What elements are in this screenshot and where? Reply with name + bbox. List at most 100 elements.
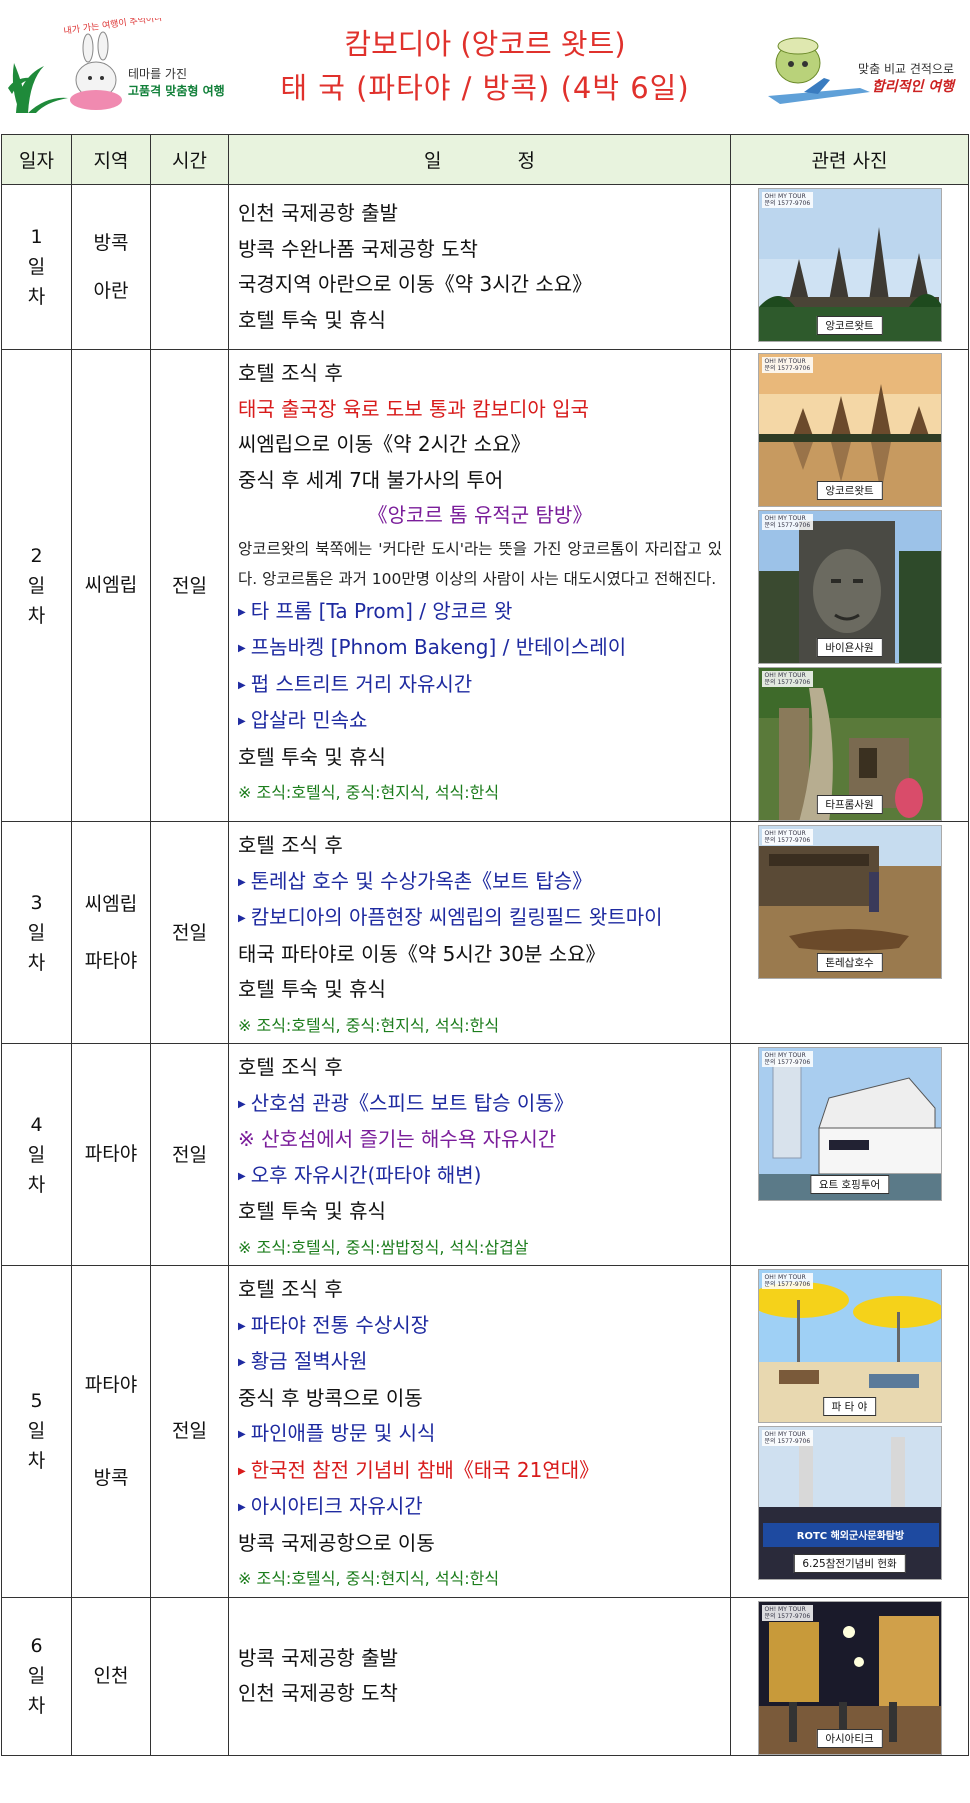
- schedule-line-text: 씨엠립으로 이동《약 2시간 소요》: [238, 432, 531, 456]
- bullet-icon: ▶: [238, 716, 246, 727]
- schedule-line: ▶ 타 프롬 [Ta Prom] / 앙코르 왓: [238, 594, 722, 631]
- schedule-line: 방콕 국제공항으로 이동: [238, 1526, 722, 1562]
- schedule-cell: 호텔 조식 후 ▶ 톤레삽 호수 및 수상가옥촌《보트 탑승》 ▶ 캄보디아의 아픔현장…: [228, 821, 731, 1044]
- bullet-icon: ▶: [238, 606, 246, 618]
- right-logo-tagline-strong: 합리적인 여행: [871, 79, 954, 95]
- region-cell: 씨엠립: [71, 349, 151, 822]
- schedule-line: ▶ 아시아티크 자유시간: [238, 1489, 722, 1526]
- schedule-line-text: 태국 출국장 육로 도보 통과 캄보디아 입국: [238, 396, 589, 421]
- photo-cell: OH! MY TOUR 문의 1577-9706 앙코르왓트: [730, 184, 969, 350]
- day-label: 차: [27, 604, 46, 627]
- photo-temple: OH! MY TOUR 문의 1577-9706 앙코르왓트: [757, 188, 942, 342]
- schedule-line: 국경지역 아란으로 이동《약 3시간 소요》: [238, 267, 722, 303]
- day-cell: 4 일차: [1, 1043, 72, 1266]
- title-line-2: 태 국 (파타야 / 방콕) (4박 6일): [280, 71, 690, 105]
- header-day: 일자: [1, 134, 72, 185]
- region-cell: 씨엠립 파타야: [71, 821, 151, 1044]
- region-label: 아란: [93, 279, 129, 302]
- schedule-line-text: 호텔 투숙 및 휴식: [238, 977, 386, 1001]
- table-row: 2 일 차 씨엠립 전일 호텔 조식 후 태국 출국장 육로 도보 통과 캄보디아 입국 씨엠…: [1, 349, 969, 822]
- region-list: 씨엠립: [72, 459, 150, 712]
- day-label: 3: [30, 891, 43, 914]
- schedule-line: ▶ 파타야 전통 수상시장: [238, 1308, 722, 1345]
- schedule-line: ※ 산호섬에서 즐기는 해수욕 자유시간: [238, 1122, 722, 1158]
- schedule-line: ▶ 캄보디아의 아픔현장 씨엠립의 킬링필드 왓트마이: [238, 900, 722, 937]
- schedule-line-text: 호텔 투숙 및 휴식: [238, 307, 386, 332]
- schedule-line: 호텔 조식 후: [238, 356, 722, 392]
- schedule-line-text: 방콕 수완나폼 국제공항 도착: [238, 236, 478, 261]
- photo-caption: 파 타 야: [822, 1397, 877, 1416]
- region-label: 파타야: [84, 1143, 138, 1166]
- time-cell: [150, 184, 229, 350]
- schedule-line: 인천 국제공항 출발: [238, 196, 722, 232]
- photo-memorial: OH! MY TOUR 문의 1577-9706 ROTC 해외군사문화탐방 6.2…: [757, 1426, 942, 1580]
- schedule-line: ▶ 황금 절벽사원: [238, 1344, 722, 1381]
- schedule-line: 씨엠립으로 이동《약 2시간 소요》: [238, 427, 722, 463]
- schedule-line: ▶ 파인애플 방문 및 시식: [238, 1416, 722, 1453]
- photo-jungle-ruin: OH! MY TOUR 문의 1577-9706 타프롬사원: [757, 667, 942, 821]
- schedule-line: ※ 조식:호텔식, 중식:현지식, 석식:한식: [238, 1008, 722, 1044]
- bullet-icon: ▶: [238, 1170, 246, 1182]
- region-label: 방콕: [93, 232, 129, 255]
- bullet-icon: ▶: [238, 913, 246, 924]
- photo-watermark: OH! MY TOUR 문의 1577-9706: [761, 1051, 814, 1067]
- time-cell: 전일: [150, 1265, 229, 1598]
- left-logo-tagline-small: 테마를 가진: [128, 67, 188, 81]
- photo-banner: ROTC 해외군사문화탐방: [796, 1531, 905, 1542]
- bullet-icon: ▶: [238, 1357, 246, 1368]
- region-list: 인천: [72, 1642, 150, 1710]
- region-cell: 파타야: [71, 1043, 151, 1266]
- bullet-icon: ▶: [238, 643, 246, 654]
- schedule-line: 호텔 투숙 및 휴식: [238, 740, 722, 776]
- photo-cell: OH! MY TOUR 문의 1577-9706 아시아티크: [730, 1596, 969, 1756]
- region-label: 인천: [93, 1665, 129, 1687]
- photo-cell: OH! MY TOUR 문의 1577-9706 톤레삽호수: [730, 821, 969, 1044]
- schedule-line: ※ 조식:호텔식, 중식:쌈밥정식, 석식:삽겹살: [238, 1230, 722, 1266]
- schedule-line-text: 호텔 투숙 및 휴식: [238, 1199, 386, 1223]
- table-row: 5 일 차 파타야 방콕 전일 호텔 조식 후 ▶ 파타야 전통 수상시장 ▶ 황금 절벽사원 중식 …: [1, 1265, 969, 1598]
- photo-caption: 바이욘사원: [816, 638, 883, 657]
- schedule-line-text: 펍 스트리트 거리 자유시간: [250, 671, 473, 696]
- schedule-line: ▶ 프놈바켕 [Phnom Bakeng] / 반테이스레이: [238, 630, 722, 667]
- photo-caption: 앙코르왓트: [816, 316, 883, 335]
- schedule-line: 태국 파타야로 이동《약 5시간 30분 소요》: [238, 937, 722, 973]
- schedule-line-text: 방콕 국제공항으로 이동: [238, 1530, 435, 1555]
- region-label: 파타야: [84, 949, 138, 972]
- page-title: 캄보디아 (앙코르 왓트) 태 국 (파타야 / 방콕) (4박 6일): [240, 24, 730, 112]
- region-list: 씨엠립 파타야: [72, 876, 150, 990]
- day-label: 차: [27, 1173, 46, 1196]
- schedule-line: 태국 출국장 육로 도보 통과 캄보디아 입국: [238, 392, 722, 428]
- day-label: 일: [27, 1420, 46, 1443]
- schedule-cell: 호텔 조식 후 ▶ 파타야 전통 수상시장 ▶ 황금 절벽사원 중식 후 방콕으로 이동 ▶…: [228, 1265, 731, 1598]
- schedule-line-text: ※ 조식:호텔식, 중식:현지식, 석식:한식: [238, 1569, 500, 1588]
- schedule-line-text: 호텔 투숙 및 휴식: [238, 744, 386, 769]
- photo-yacht: OH! MY TOUR 문의 1577-9706 요트 호핑투어: [757, 1047, 942, 1201]
- schedule-line: 호텔 투숙 및 휴식: [238, 1194, 722, 1230]
- day-label: 일: [27, 1143, 46, 1166]
- schedule-line-text: ※ 조식:호텔식, 중식:현지식, 석식:한식: [238, 783, 500, 802]
- region-list: 파타야: [72, 1098, 150, 1212]
- schedule-line-text: 톤레삽 호수 및 수상가옥촌《보트 탑승》: [250, 868, 593, 893]
- day-label: 1: [30, 226, 43, 248]
- schedule-line: ※ 조식:호텔식, 중식:현지식, 석식:한식: [238, 1561, 722, 1597]
- bullet-icon: ▶: [238, 1465, 246, 1477]
- photo-caption: 톤레삽호수: [816, 953, 883, 972]
- schedule-line-text: ※ 조식:호텔식, 중식:현지식, 석식:한식: [238, 1015, 500, 1035]
- bullet-icon: ▶: [238, 679, 246, 691]
- schedule-line: 호텔 투숙 및 휴식: [238, 303, 722, 339]
- schedule-line: ▶ 오후 자유시간(파타야 해변): [238, 1158, 722, 1195]
- header-region: 지역: [71, 134, 151, 185]
- bullet-icon: ▶: [238, 1429, 246, 1440]
- photo-cell: OH! MY TOUR 문의 1577-9706 파 타 야 OH! MY TOUR…: [730, 1265, 969, 1598]
- schedule-line-text: 태국 파타야로 이동《약 5시간 30분 소요》: [238, 941, 606, 966]
- region-label: 파타야: [84, 1373, 138, 1396]
- region-list: 방콕아란: [72, 219, 150, 315]
- schedule-cell: 인천 국제공항 출발방콕 수완나폼 국제공항 도착국경지역 아란으로 이동《약 …: [228, 184, 731, 350]
- schedule-line: 호텔 투숙 및 휴식: [238, 972, 722, 1008]
- day-cell: 1 일차: [1, 184, 72, 350]
- schedule-line-text: ※ 조식:호텔식, 중식:쌈밥정식, 석식:삽겹살: [238, 1237, 529, 1257]
- schedule-line-text: 오후 자유시간(파타야 해변): [250, 1162, 482, 1187]
- table-row: 4 일 차 파타야 전일 호텔 조식 후 ▶ 산호섬 관광《스피드 보트 탑승 이동》 ※ 산호…: [1, 1043, 969, 1266]
- schedule-line-text: 압살라 민속쇼: [250, 708, 368, 732]
- schedule-line: ▶ 한국전 참전 기념비 참배《태국 21연대》: [238, 1453, 722, 1490]
